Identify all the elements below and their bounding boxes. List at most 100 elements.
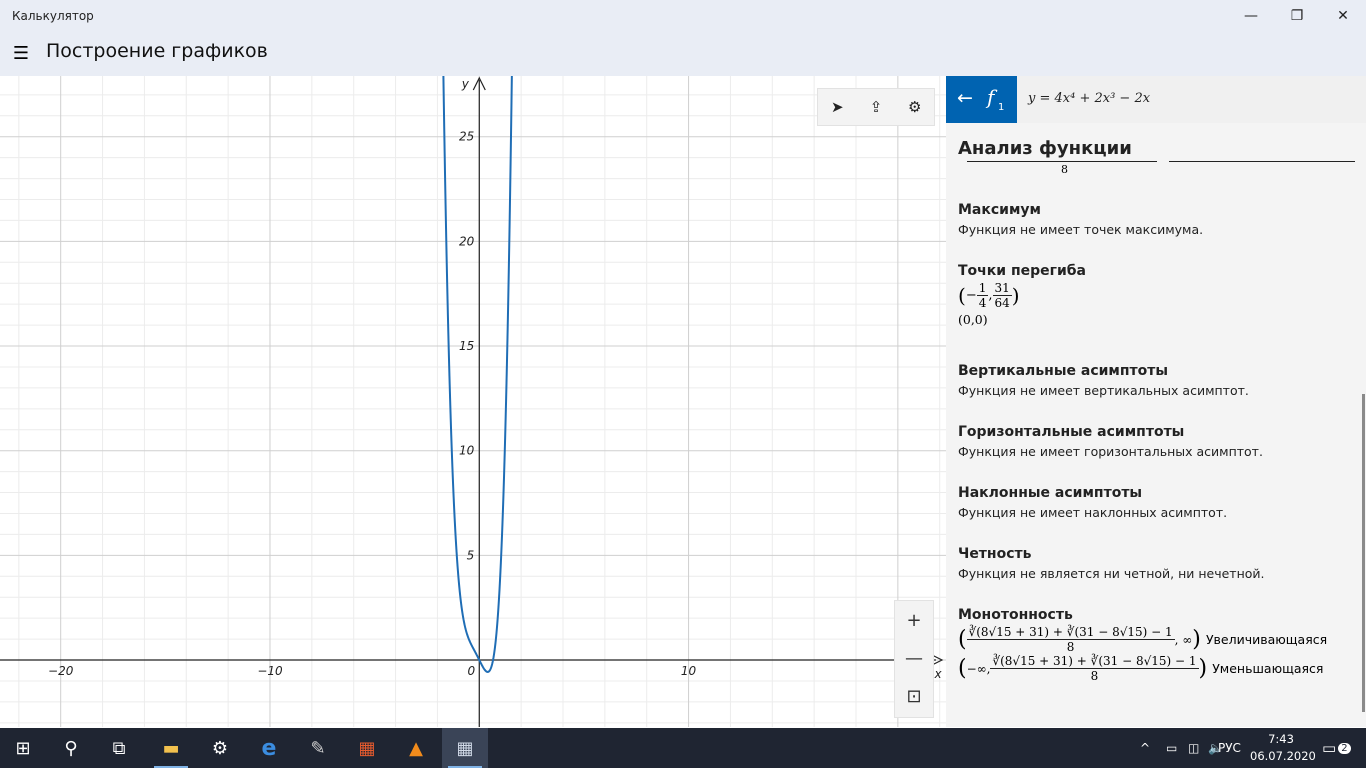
search-icon: ⚲	[64, 737, 78, 759]
monotony-section: Монотонность (∛(8√15 + 31) + ∛(31 − 8√15…	[958, 607, 1358, 683]
minus-icon: —	[905, 647, 923, 669]
share-button[interactable]: ⇪	[857, 89, 896, 125]
language-indicator[interactable]: РУС	[1218, 728, 1241, 768]
edge-icon: e	[261, 735, 277, 761]
y-tick-label: 20	[459, 234, 475, 248]
major-grid	[0, 76, 946, 727]
inflection-section: Точки перегиба (− 1 4, 31 64) (0,0)	[958, 263, 1358, 327]
maximum-text: Функция не имеет точек максимума.	[958, 222, 1204, 237]
file-explorer-button[interactable]: ▬	[148, 728, 194, 768]
pen-icon: ✎	[310, 737, 326, 759]
edge-button[interactable]: e	[246, 728, 292, 768]
gear-icon: ⚙	[211, 737, 229, 759]
clock-date: 06.07.2020	[1250, 749, 1316, 763]
tray-overflow-button[interactable]: ^	[1140, 728, 1150, 768]
minor-grid	[0, 76, 946, 727]
oblique-asymptotes-text: Функция не имеет наклонных асимптот.	[958, 505, 1228, 520]
function-curve	[442, 76, 513, 673]
pen-app-button[interactable]: ✎	[295, 728, 341, 768]
reset-view-icon: ⊡	[906, 685, 922, 707]
oblique-asymptotes-section: Наклонные асимптоты Функция не имеет нак…	[958, 485, 1358, 520]
decreasing-label: Уменьшающаяся	[1212, 661, 1324, 676]
y-tick-label: 5	[467, 548, 475, 562]
notification-count: 2	[1338, 742, 1351, 754]
trace-button[interactable]: ➤	[818, 89, 857, 125]
minimize-icon: —	[1244, 8, 1258, 24]
horizontal-asymptotes-heading: Горизонтальные асимптоты	[958, 424, 1185, 440]
maximum-section: Максимум Функция не имеет точек максимум…	[958, 202, 1358, 237]
inflection-heading: Точки перегиба	[958, 263, 1086, 279]
search-button[interactable]: ⚲	[48, 728, 94, 768]
analysis-title: Анализ функции	[958, 138, 1132, 159]
battery-button[interactable]: ▭	[1166, 728, 1177, 768]
x-axis-label: x	[933, 667, 942, 681]
function-index: 1	[998, 102, 1005, 113]
monotony-heading: Монотонность	[958, 607, 1073, 623]
calculator-icon: ▦	[456, 737, 474, 759]
cursor-icon: ➤	[831, 98, 844, 116]
increasing-interval: (∛(8√15 + 31) + ∛(31 − 8√15) − 18, ∞) Ув…	[958, 625, 1328, 654]
y-tick-label: 25	[459, 130, 474, 144]
x-tick-label: −10	[257, 664, 283, 678]
settings-app-button[interactable]: ⚙	[197, 728, 243, 768]
parity-section: Четность Функция не является ни четной, …	[958, 546, 1358, 581]
zoom-controls: + — ⊡	[894, 600, 934, 718]
clock[interactable]: 7:43 06.07.2020	[1250, 731, 1316, 765]
graph-canvas[interactable]: −20 −10 0 10 5 10 15 20 25 y x ➤ ⇪ ⚙ + — ⊡	[0, 76, 946, 727]
parity-heading: Четность	[958, 546, 1032, 562]
close-button[interactable]: ✕	[1320, 0, 1366, 32]
increasing-denominator: 8	[1066, 640, 1075, 654]
back-button[interactable]: ← f 1	[946, 76, 1017, 123]
analysis-title-section: Анализ функции 8	[958, 138, 1358, 176]
y-tick-label: 10	[459, 444, 475, 458]
task-view-icon: ⧉	[112, 737, 126, 759]
decreasing-interval: (−∞, ∛(8√15 + 31) + ∛(31 − 8√15) − 1 8) Ум…	[958, 654, 1324, 683]
calculator-taskbar-button[interactable]: ▦	[442, 728, 488, 768]
graph-settings-button[interactable]: ⚙	[895, 89, 934, 125]
tick-labels: −20 −10 0 10 5 10 15 20 25 y x	[48, 77, 942, 681]
maximize-button[interactable]: ❐	[1274, 0, 1320, 32]
network-icon: ◫	[1188, 741, 1200, 755]
vertical-asymptotes-heading: Вертикальные асимптоты	[958, 363, 1169, 379]
minimize-button[interactable]: —	[1228, 0, 1274, 32]
panel-scrollbar[interactable]	[1362, 394, 1365, 712]
increasing-label: Увеличивающаяся	[1205, 632, 1328, 647]
reset-view-button[interactable]: ⊡	[895, 677, 933, 715]
menu-button[interactable]: ☰	[10, 42, 32, 64]
graph-toolbar: ➤ ⇪ ⚙	[817, 88, 935, 126]
start-button[interactable]: ⊞	[0, 728, 46, 768]
y-axis-label: y	[461, 77, 470, 91]
hamburger-icon: ☰	[12, 42, 30, 64]
x-tick-label: 0	[467, 664, 475, 678]
horizontal-asymptotes-text: Функция не имеет горизонтальных асимптот…	[958, 444, 1263, 459]
title-bar: Калькулятор — ❐ ✕	[0, 0, 1366, 32]
decreasing-numerator: ∛(8√15 + 31) + ∛(31 − 8√15) − 1	[990, 654, 1199, 669]
inflection-point-2: (0,0)	[958, 312, 988, 327]
axes	[0, 76, 944, 727]
vertical-asymptotes-text: Функция не имеет вертикальных асимптот.	[958, 383, 1249, 398]
close-icon: ✕	[1337, 8, 1349, 24]
notifications-button[interactable]: ▭ 2	[1322, 728, 1351, 768]
plus-icon: +	[906, 609, 922, 631]
back-arrow-icon: ←	[957, 87, 973, 109]
maximize-icon: ❐	[1290, 8, 1304, 24]
horizontal-asymptotes-section: Горизонтальные асимптоты Функция не имее…	[958, 424, 1358, 459]
task-view-button[interactable]: ⧉	[96, 728, 142, 768]
graph-settings-icon: ⚙	[907, 98, 922, 116]
function-bar: ← f 1 y = 4x⁴ + 2x³ − 2x	[946, 76, 1366, 123]
function-analysis-panel: ← f 1 y = 4x⁴ + 2x³ − 2x Анализ функции …	[946, 76, 1366, 727]
app-grid-icon: ▦	[358, 737, 376, 759]
window-title: Калькулятор	[12, 9, 94, 23]
zoom-out-button[interactable]: —	[895, 639, 933, 677]
clock-time: 7:43	[1268, 732, 1294, 746]
vlc-button[interactable]: ▲	[393, 728, 439, 768]
maximum-heading: Максимум	[958, 202, 1042, 218]
clipped-expression: 8	[963, 161, 1363, 176]
x-tick-label: −20	[48, 664, 74, 678]
app-button[interactable]: ▦	[344, 728, 390, 768]
network-button[interactable]: ◫	[1188, 728, 1199, 768]
zoom-in-button[interactable]: +	[895, 601, 933, 639]
inflection-point-1: (− 1 4, 31 64)	[958, 281, 1020, 310]
chevron-up-icon: ^	[1140, 741, 1151, 755]
language-label: РУС	[1218, 741, 1241, 755]
